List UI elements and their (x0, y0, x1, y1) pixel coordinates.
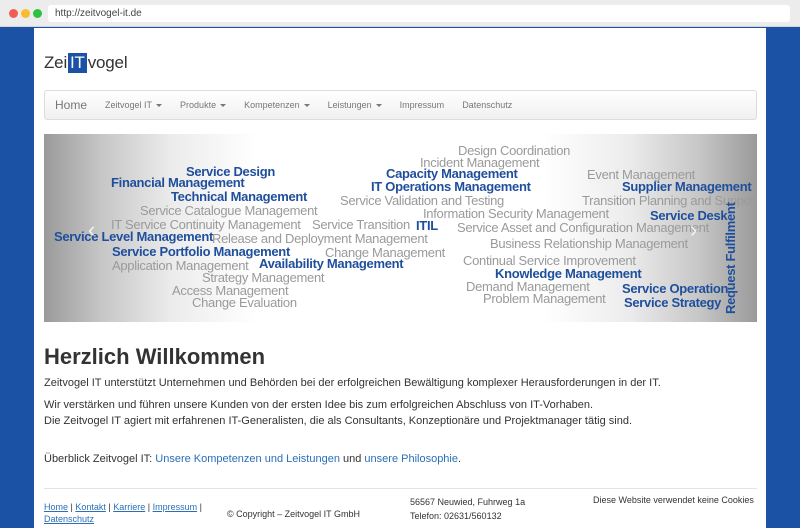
nav-item-impressum[interactable]: Impressum (400, 100, 445, 110)
cloud-word: Service Transition (312, 217, 410, 232)
cloud-word: Business Relationship Management (490, 236, 688, 251)
carousel-next-icon[interactable]: › (690, 217, 697, 243)
footer-sep: | (197, 502, 202, 512)
logo-text-post: vogel (87, 53, 128, 72)
footer: Home | Kontakt | Karriere | Impressum | … (44, 488, 757, 528)
cloud-word: Service Asset and Configuration Manageme… (457, 220, 709, 235)
logo-mark: IT (68, 53, 87, 73)
cloud-word: Financial Management (111, 175, 245, 190)
cloud-word: Service Level Management (54, 229, 213, 244)
cloud-word: Problem Management (483, 291, 606, 306)
nav-label: Leistungen (327, 100, 372, 110)
main-navigation: Home Zeitvogel IT Produkte Kompetenzen L… (44, 90, 757, 120)
nav-label: Produkte (180, 100, 217, 110)
overview-paragraph: Überblick Zeitvogel IT: Unsere Kompetenz… (44, 452, 461, 467)
footer-links: Home | Kontakt | Karriere | Impressum | … (44, 501, 214, 525)
caret-down-icon (156, 104, 163, 108)
logo-text-pre: Zei (44, 53, 68, 72)
overview-suffix: . (458, 453, 462, 465)
image-carousel[interactable]: Design Coordination Incident Management Se… (44, 134, 757, 322)
overview-prefix: Überblick Zeitvogel IT: (44, 453, 156, 465)
footer-link-kontakt[interactable]: Kontakt (75, 502, 106, 512)
cloud-word: Service Operation (622, 281, 729, 296)
page-title: Herzlich Willkommen (44, 344, 266, 369)
footer-link-impressum[interactable]: Impressum (153, 502, 198, 512)
nav-item-produkte[interactable]: Produkte (180, 100, 227, 110)
mission-paragraph: Wir verstärken und führen unsere Kunden … (44, 399, 594, 411)
footer-sep: | (145, 502, 153, 512)
overview-middle: und (339, 453, 365, 465)
cloud-word: Information Security Management (423, 206, 609, 221)
philosophy-link[interactable]: unsere Philosophie (364, 453, 458, 465)
footer-link-home[interactable]: Home (44, 502, 68, 512)
close-window-icon[interactable] (9, 9, 18, 18)
nav-label: Kompetenzen (244, 100, 300, 110)
address: 56567 Neuwied, Fuhrweg 1a (410, 497, 526, 507)
minimize-window-icon[interactable] (21, 9, 30, 18)
browser-chrome: http://zeitvogel-it.de (0, 0, 800, 27)
copyright: © Copyright – Zeitvogel IT GmbH (227, 509, 361, 519)
nav-item-datenschutz[interactable]: Datenschutz (462, 100, 512, 110)
caret-down-icon (375, 104, 382, 108)
nav-item-leistungen[interactable]: Leistungen (328, 100, 382, 110)
team-paragraph: Die Zeitvogel IT agiert mit erfahrenen I… (44, 415, 633, 427)
caret-down-icon (303, 104, 310, 108)
nav-item-zeitvogel-it[interactable]: Zeitvogel IT (105, 100, 163, 110)
cloud-word: Service Strategy (624, 295, 722, 310)
cloud-word: Supplier Management (622, 179, 752, 194)
footer-link-datenschutz[interactable]: Datenschutz (44, 514, 94, 524)
cloud-word: Request Fulfilment (723, 202, 738, 314)
footer-link-karriere[interactable]: Karriere (113, 502, 145, 512)
competencies-link[interactable]: Unsere Kompetenzen und Leistungen (155, 453, 340, 465)
cloud-word: Service Catalogue Management (140, 203, 318, 218)
cloud-word: Availability Management (259, 256, 404, 271)
caret-down-icon (220, 104, 227, 108)
phone: Telefon: 02631/560132 (410, 511, 502, 521)
nav-home[interactable]: Home (55, 98, 87, 112)
maximize-window-icon[interactable] (33, 9, 42, 18)
page: Zei IT vogel Home Zeitvogel IT Produkte … (34, 28, 766, 528)
address-bar[interactable]: http://zeitvogel-it.de (48, 5, 790, 22)
cloud-word: IT Operations Management (371, 179, 531, 194)
intro-paragraph: Zeitvogel IT unterstützt Unternehmen und… (44, 377, 661, 389)
cloud-word: Technical Management (171, 189, 308, 204)
cookie-notice: Diese Website verwendet keine Cookies (593, 495, 754, 505)
site-logo[interactable]: Zei IT vogel (44, 52, 128, 74)
nav-label: Zeitvogel IT (105, 100, 153, 110)
carousel-prev-icon[interactable]: ‹ (88, 217, 95, 243)
nav-item-kompetenzen[interactable]: Kompetenzen (244, 100, 310, 110)
carousel-indicator[interactable] (389, 292, 396, 299)
cloud-word: Change Evaluation (192, 295, 297, 310)
address-block: 56567 Neuwied, Fuhrweg 1a Telefon: 02631… (410, 495, 525, 523)
